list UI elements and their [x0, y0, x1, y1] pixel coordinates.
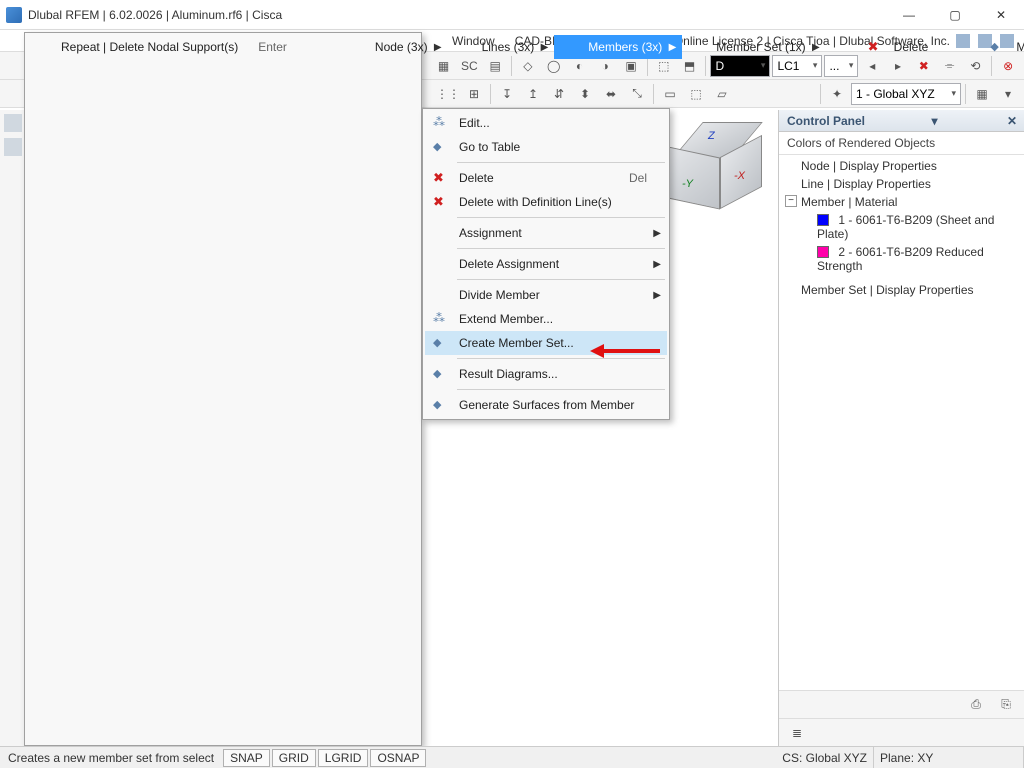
annotation-arrow — [590, 344, 660, 358]
panel-item-line[interactable]: Line | Display Properties — [783, 175, 1020, 193]
sub-generate-surfaces[interactable]: Generate Surfaces from Member — [425, 393, 667, 417]
status-snap[interactable]: SNAP — [223, 749, 270, 767]
tool-button[interactable]: ⬍ — [573, 82, 597, 106]
panel-tool-icon[interactable]: ⎘ — [994, 693, 1018, 717]
window-title: Dlubal RFEM | 6.02.0026 | Aluminum.rf6 |… — [28, 8, 282, 22]
ctx-move-copy[interactable]: Move/Copy... — [982, 35, 1024, 59]
color-swatch-icon — [817, 246, 829, 258]
left-gutter — [0, 110, 26, 746]
sub-delete[interactable]: DeleteDel — [425, 166, 667, 190]
tool-button[interactable]: ⊞ — [462, 82, 486, 106]
status-bar: Creates a new member set from select SNA… — [0, 746, 1024, 768]
gutter-icon[interactable] — [4, 138, 22, 156]
ctx-lines[interactable]: Lines (3x)▶ — [448, 35, 555, 59]
panel-body: Node | Display Properties Line | Display… — [779, 155, 1024, 690]
extend-icon — [433, 311, 449, 327]
app-logo-icon — [6, 7, 22, 23]
ctx-members[interactable]: Members (3x)▶ — [554, 35, 682, 59]
close-button[interactable]: ✕ — [978, 0, 1024, 30]
sub-divide-member[interactable]: Divide Member▶ — [425, 283, 667, 307]
sub-assignment[interactable]: Assignment▶ — [425, 221, 667, 245]
sub-result-diagrams[interactable]: Result Diagrams... — [425, 362, 667, 386]
titlebar: Dlubal RFEM | 6.02.0026 | Aluminum.rf6 |… — [0, 0, 1024, 30]
tool-button[interactable]: ⇵ — [547, 82, 571, 106]
csys-combo[interactable]: 1 - Global XYZ — [851, 83, 961, 105]
control-panel: Control Panel ▾ ✕ Colors of Rendered Obj… — [778, 110, 1024, 746]
sub-delete-assignment[interactable]: Delete Assignment▶ — [425, 252, 667, 276]
tool-button[interactable]: ⬚ — [684, 82, 708, 106]
sub-goto-table[interactable]: Go to Table — [425, 135, 667, 159]
panel-item-node[interactable]: Node | Display Properties — [783, 157, 1020, 175]
delete-def-icon — [433, 194, 449, 210]
status-hint: Creates a new member set from select — [0, 751, 222, 765]
tool-button[interactable]: ↥ — [521, 82, 545, 106]
ctx-repeat[interactable]: Repeat | Delete Nodal Support(s)Enter — [27, 35, 307, 59]
sub-delete-def[interactable]: Delete with Definition Line(s) — [425, 190, 667, 214]
panel-footer-1: ⎙ ⎘ — [779, 690, 1024, 718]
tool-button[interactable]: ▾ — [996, 82, 1020, 106]
view-cube[interactable]: Z -X -Y — [664, 120, 754, 210]
panel-tool-icon[interactable]: ⎙ — [964, 693, 988, 717]
status-cs: CS: Global XYZ — [776, 747, 874, 768]
status-osnap[interactable]: OSNAP — [370, 749, 426, 767]
ctx-node[interactable]: Node (3x)▶ — [341, 35, 448, 59]
status-grid[interactable]: GRID — [272, 749, 316, 767]
surface-icon — [433, 397, 449, 413]
ctx-delete[interactable]: Delete — [860, 35, 949, 59]
control-panel-title: Control Panel — [787, 114, 865, 128]
loadcase-more[interactable]: ... — [824, 55, 858, 77]
status-lgrid[interactable]: LGRID — [318, 749, 369, 767]
control-panel-subtitle: Colors of Rendered Objects — [779, 132, 1024, 155]
ctx-member-set[interactable]: Member Set (1x)▶ — [682, 35, 825, 59]
tool-button[interactable]: ▭ — [658, 82, 682, 106]
tool-button[interactable]: ▱ — [710, 82, 734, 106]
panel-footer-2: ≣ — [779, 718, 1024, 746]
status-plane: Plane: XY — [874, 747, 1024, 768]
table-icon — [433, 139, 449, 155]
panel-pin-icon[interactable]: ▾ — [927, 114, 943, 128]
mdi-window-min-icon[interactable] — [956, 34, 970, 48]
maximize-button[interactable]: ▢ — [932, 0, 978, 30]
tool-button[interactable]: ▦ — [970, 82, 994, 106]
panel-item-member[interactable]: − Member | Material — [783, 193, 1020, 211]
sub-extend-member[interactable]: Extend Member... — [425, 307, 667, 331]
csys-icon[interactable]: ✦ — [825, 82, 849, 106]
panel-close-icon[interactable]: ✕ — [1004, 114, 1020, 128]
edit-icon — [433, 115, 449, 131]
context-submenu-members: Edit... Go to Table DeleteDel Delete wit… — [422, 108, 670, 420]
delete-icon — [433, 170, 449, 186]
panel-material-2[interactable]: 2 - 6061-T6-B209 Reduced Strength — [783, 243, 1020, 275]
create-set-icon — [433, 335, 449, 351]
tool-button[interactable]: ↧ — [495, 82, 519, 106]
move-icon — [990, 39, 1006, 55]
tool-button[interactable]: ⋮⋮ — [436, 82, 460, 106]
collapse-icon[interactable]: − — [785, 195, 797, 207]
context-menu: Repeat | Delete Nodal Support(s)Enter No… — [24, 32, 422, 746]
delete-icon — [868, 39, 884, 55]
color-swatch-icon — [817, 214, 829, 226]
panel-material-1[interactable]: 1 - 6061-T6-B209 (Sheet and Plate) — [783, 211, 1020, 243]
panel-item-memberset[interactable]: Member Set | Display Properties — [783, 281, 1020, 299]
diagram-icon — [433, 366, 449, 382]
control-panel-header: Control Panel ▾ ✕ — [779, 110, 1024, 132]
sub-edit[interactable]: Edit... — [425, 111, 667, 135]
tool-button[interactable]: ⬌ — [599, 82, 623, 106]
tool-button[interactable]: ⤡ — [625, 82, 649, 106]
minimize-button[interactable]: — — [886, 0, 932, 30]
gutter-icon[interactable] — [4, 114, 22, 132]
panel-list-icon[interactable]: ≣ — [785, 721, 809, 745]
